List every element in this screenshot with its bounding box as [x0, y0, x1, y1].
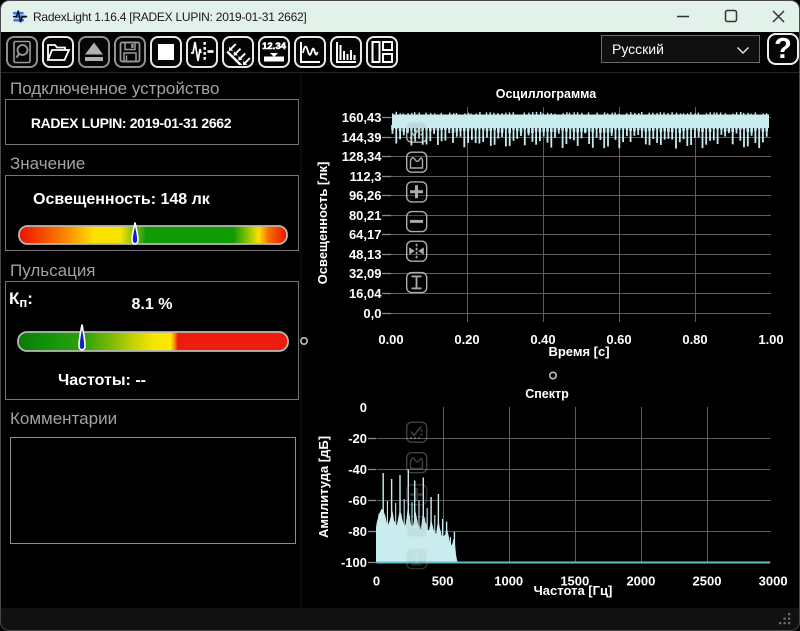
- svg-text:0: 0: [360, 400, 367, 415]
- svg-text:2000: 2000: [626, 574, 655, 589]
- svg-text:Освещенность [лк]: Освещенность [лк]: [315, 162, 330, 285]
- svg-text:3000: 3000: [759, 574, 788, 589]
- svg-text:16,04: 16,04: [349, 286, 382, 301]
- svg-text:96,26: 96,26: [349, 188, 382, 203]
- svg-text:Спектр: Спектр: [525, 387, 569, 401]
- svg-text:32,09: 32,09: [349, 266, 382, 281]
- svg-text:Осциллограмма: Осциллограмма: [496, 87, 598, 101]
- svg-text:Частота [Гц]: Частота [Гц]: [534, 583, 613, 598]
- svg-text:0: 0: [373, 574, 380, 589]
- svg-text:-100: -100: [341, 555, 367, 570]
- svg-text:500: 500: [432, 574, 454, 589]
- svg-text:80,21: 80,21: [349, 208, 382, 223]
- svg-text:160,43: 160,43: [342, 110, 382, 125]
- svg-text:Амплитуда [дБ]: Амплитуда [дБ]: [316, 436, 331, 538]
- svg-text:-20: -20: [348, 431, 367, 446]
- svg-text:0.20: 0.20: [454, 332, 479, 347]
- svg-text:64,17: 64,17: [349, 227, 382, 242]
- svg-text:Время [с]: Время [с]: [548, 344, 609, 359]
- svg-text:-80: -80: [348, 524, 367, 539]
- svg-text:0.80: 0.80: [682, 332, 707, 347]
- svg-text:0,0: 0,0: [363, 306, 381, 321]
- svg-text:112,3: 112,3: [350, 169, 382, 184]
- svg-text:144,39: 144,39: [342, 130, 382, 145]
- svg-text:-60: -60: [348, 493, 367, 508]
- svg-text:1000: 1000: [494, 574, 523, 589]
- svg-text:2500: 2500: [693, 574, 722, 589]
- svg-text:48,13: 48,13: [349, 247, 382, 262]
- svg-text:0.60: 0.60: [606, 332, 631, 347]
- svg-text:1.00: 1.00: [758, 332, 783, 347]
- svg-text:128,34: 128,34: [342, 149, 383, 164]
- svg-text:0.00: 0.00: [378, 332, 403, 347]
- svg-text:-40: -40: [348, 462, 367, 477]
